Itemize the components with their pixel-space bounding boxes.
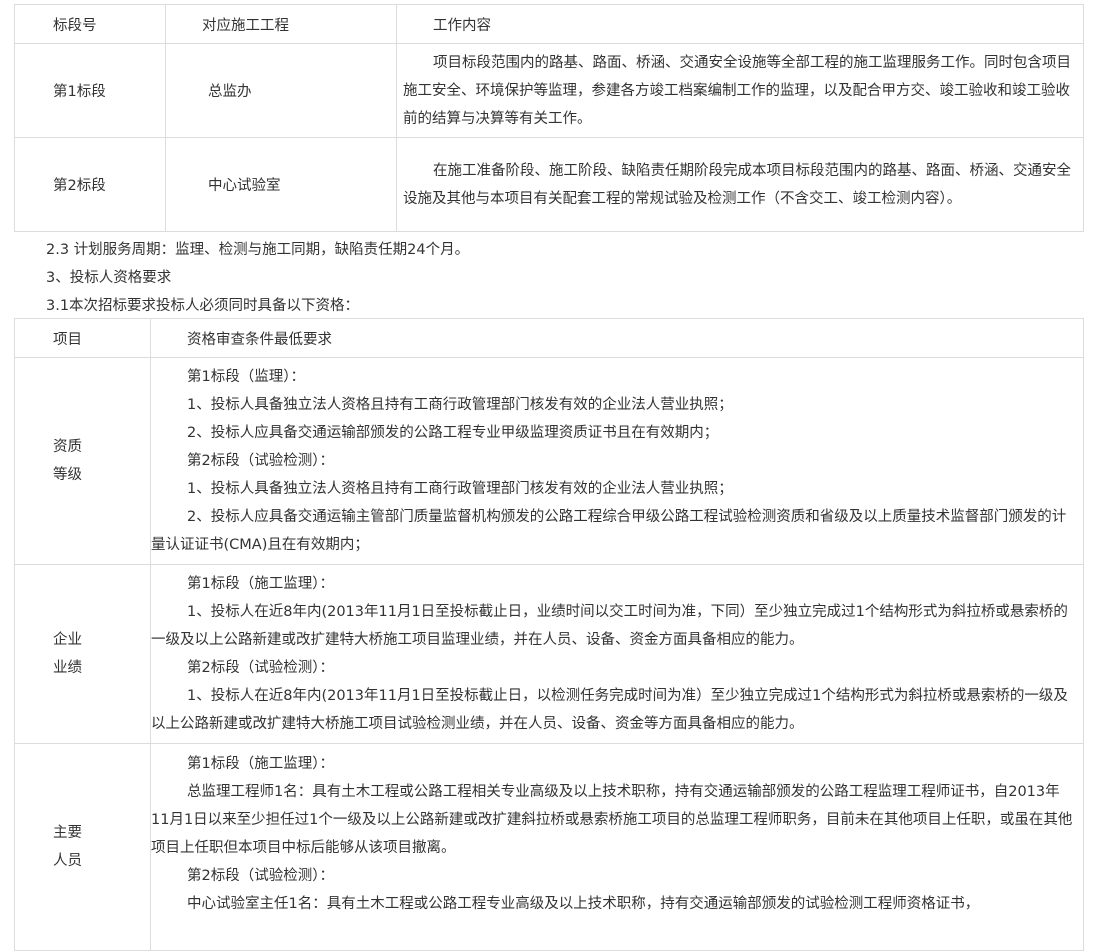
table-row: 主要 人员 第1标段（施工监理）： 总监理工程师1名：具有土木工程或公路工程相关… <box>14 743 1084 951</box>
table-row: 企业 业绩 第1标段（施工监理）： 1、投标人在近8年内(2013年11月1日至… <box>14 564 1084 744</box>
requirement-text: 2、投标人应具备交通运输部颁发的公路工程专业甲级监理资质证书且在有效期内； <box>187 425 719 441</box>
requirement-cell: 第1标段（施工监理）： 总监理工程师1名：具有土木工程或公路工程相关专业高级及以… <box>150 743 1084 951</box>
body-text: 2.3 计划服务周期：监理、检测与施工同期，缺陷责任期24个月。 3、投标人资格… <box>46 236 469 320</box>
row-label: 企业 业绩 <box>14 564 151 744</box>
label-line: 资质 <box>53 439 82 455</box>
requirement-cell: 第1标段（监理）： 1、投标人具备独立法人资格且持有工商行政管理部门核发有效的企… <box>150 357 1084 565</box>
section-table: 标段号 对应施工工程 工作内容 第1标段 总监办 项目标段范围内的路基、路面、桥… <box>14 4 1084 232</box>
label-line: 企业 <box>53 632 82 648</box>
sub-heading: 第1标段（施工监理）： <box>187 576 334 592</box>
requirement-text: 1、投标人具备独立法人资格且持有工商行政管理部门核发有效的企业法人营业执照； <box>187 481 733 497</box>
label-line: 人员 <box>53 853 82 869</box>
table-row: 第2标段 中心试验室 在施工准备阶段、施工阶段、缺陷责任期阶段完成本项目标段范围… <box>14 137 1084 232</box>
requirement-text: 2、投标人应具备交通运输主管部门质量监督机构颁发的公路工程综合甲级公路工程试验检… <box>151 509 1067 553</box>
content-cell: 项目标段范围内的路基、路面、桥涵、交通安全设施等全部工程的施工监理服务工作。同时… <box>396 43 1084 138</box>
sub-heading: 第1标段（施工监理）： <box>187 756 334 772</box>
row-label: 主要 人员 <box>14 743 151 951</box>
label-line: 业绩 <box>53 660 82 676</box>
table-header-row: 项目 资格审查条件最低要求 <box>14 318 1084 358</box>
section-cell: 第1标段 <box>14 43 166 138</box>
content-text: 在施工准备阶段、施工阶段、缺陷责任期阶段完成本项目标段范围内的路基、路面、桥涵、… <box>403 162 1071 207</box>
content-cell: 在施工准备阶段、施工阶段、缺陷责任期阶段完成本项目标段范围内的路基、路面、桥涵、… <box>396 137 1084 232</box>
header-section: 标段号 <box>14 4 166 44</box>
table-header-row: 标段号 对应施工工程 工作内容 <box>14 4 1084 44</box>
header-item: 项目 <box>14 318 151 358</box>
requirement-text: 1、投标人在近8年内(2013年11月1日至投标截止日，业绩时间以交工时间为准，… <box>151 604 1068 648</box>
sub-heading: 第2标段（试验检测）： <box>187 868 334 884</box>
qualification-table: 项目 资格审查条件最低要求 资质 等级 第1标段（监理）： 1、投标人具备独立法… <box>14 318 1084 951</box>
requirement-text: 总监理工程师1名：具有土木工程或公路工程相关专业高级及以上技术职称，持有交通运输… <box>151 784 1073 856</box>
requirement-text: 1、投标人具备独立法人资格且持有工商行政管理部门核发有效的企业法人营业执照； <box>187 397 733 413</box>
qualification-heading: 3、投标人资格要求 <box>46 270 172 286</box>
label-line: 主要 <box>53 825 82 841</box>
project-cell: 中心试验室 <box>165 137 397 232</box>
service-period-line: 2.3 计划服务周期：监理、检测与施工同期，缺陷责任期24个月。 <box>46 242 470 258</box>
project-cell: 总监办 <box>165 43 397 138</box>
content-text: 项目标段范围内的路基、路面、桥涵、交通安全设施等全部工程的施工监理服务工作。同时… <box>403 54 1071 127</box>
sub-heading: 第1标段（监理）： <box>187 369 305 385</box>
sub-heading: 第2标段（试验检测）： <box>187 453 334 469</box>
header-project: 对应施工工程 <box>165 4 397 44</box>
requirement-cell: 第1标段（施工监理）： 1、投标人在近8年内(2013年11月1日至投标截止日，… <box>150 564 1084 744</box>
table-row: 第1标段 总监办 项目标段范围内的路基、路面、桥涵、交通安全设施等全部工程的施工… <box>14 43 1084 138</box>
row-label: 资质 等级 <box>14 357 151 565</box>
header-content: 工作内容 <box>396 4 1084 44</box>
table-row: 资质 等级 第1标段（监理）： 1、投标人具备独立法人资格且持有工商行政管理部门… <box>14 357 1084 565</box>
label-line: 等级 <box>53 467 82 483</box>
requirement-text: 中心试验室主任1名：具有土木工程或公路工程专业高级及以上技术职称，持有交通运输部… <box>187 896 980 912</box>
requirement-text: 1、投标人在近8年内(2013年11月1日至投标截止日，以检测任务完成时间为准）… <box>151 688 1068 732</box>
header-requirement: 资格审查条件最低要求 <box>150 318 1084 358</box>
section-cell: 第2标段 <box>14 137 166 232</box>
qualification-intro: 3.1本次招标要求投标人必须同时具备以下资格： <box>46 298 360 314</box>
sub-heading: 第2标段（试验检测）： <box>187 660 334 676</box>
